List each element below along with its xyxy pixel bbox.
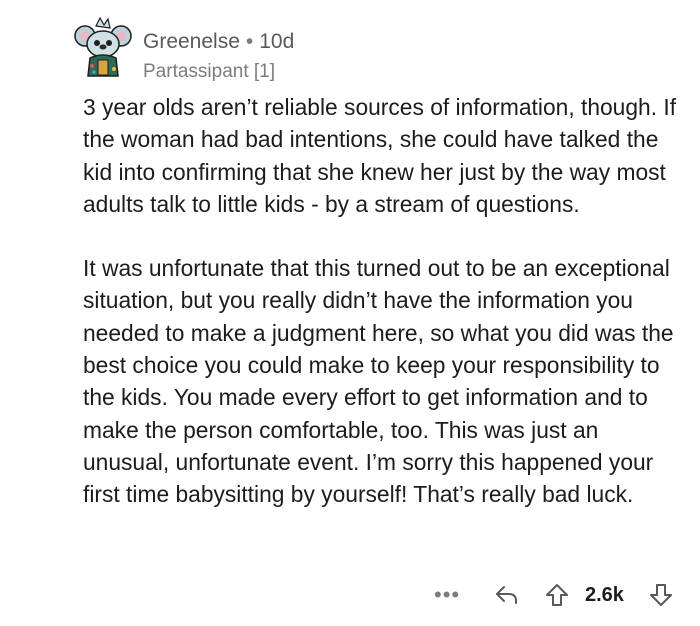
author-name[interactable]: Greenelse — [143, 30, 240, 53]
comment-age: 10d — [259, 30, 295, 53]
comment-paragraph: 3 year olds aren’t reliable sources of i… — [83, 94, 677, 217]
snoo-avatar-icon — [74, 16, 132, 77]
vote-score: 2.6k — [585, 584, 624, 606]
more-options-button[interactable]: ••• — [434, 580, 460, 610]
upvote-arrow-icon[interactable] — [545, 583, 569, 607]
comment: Greenelse • 10d Partassipant [1] 3 year ol… — [0, 0, 700, 626]
meta-separator: • — [245, 30, 254, 53]
comment-actions: ••• 2.6k — [0, 580, 700, 610]
comment-body: 3 year olds aren’t reliable sources of i… — [83, 91, 683, 511]
comment-meta: Greenelse • 10d Partassipant [1] — [143, 30, 294, 84]
reply-arrow-icon[interactable] — [495, 584, 519, 606]
comment-paragraph: It was unfortunate that this turned out … — [83, 255, 674, 508]
user-flair: Partassipant [1] — [143, 61, 276, 82]
author-line: Greenelse • 10d — [143, 30, 294, 54]
downvote-arrow-icon[interactable] — [649, 583, 673, 607]
avatar[interactable] — [72, 14, 134, 80]
